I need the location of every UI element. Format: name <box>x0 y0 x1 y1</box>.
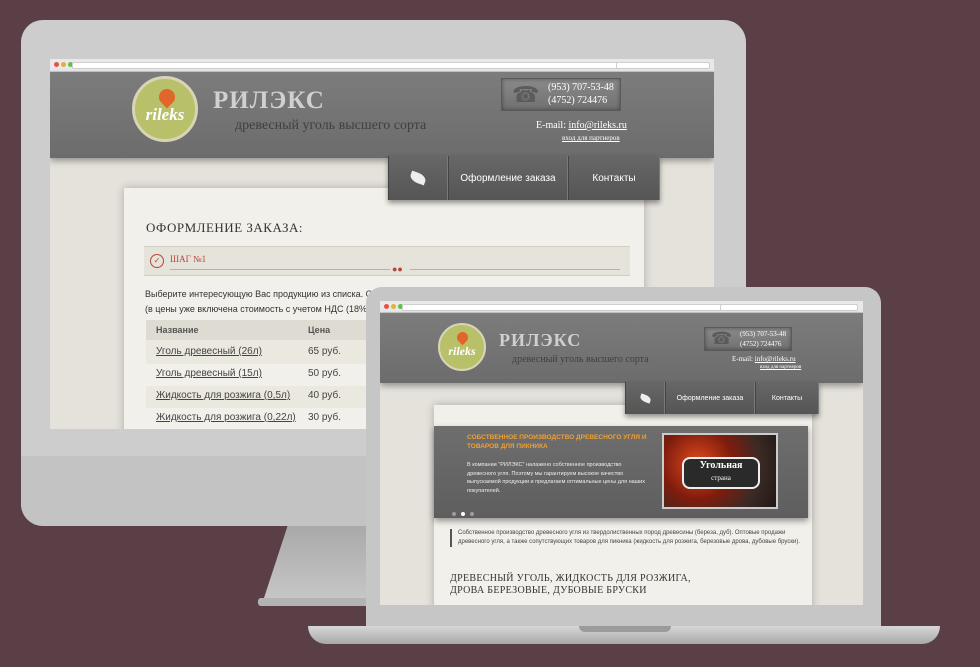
step-marker-icon: ●● <box>392 264 403 274</box>
slider-dot[interactable] <box>452 512 456 516</box>
nav-home[interactable] <box>388 156 448 200</box>
site-header: rileks РИЛЭКС древесный уголь высшего со… <box>380 313 863 383</box>
check-icon: ✓ <box>150 254 164 268</box>
flame-icon <box>454 329 471 346</box>
window-controls[interactable] <box>54 62 73 67</box>
slide-text: В компании "РИЛЭКС" налажено собственное… <box>467 462 645 494</box>
main-nav: Оформление заказа Контакты <box>388 156 660 200</box>
product-price: 50 руб. <box>308 368 341 379</box>
order-heading: ОФОРМЛЕНИЕ ЗАКАЗА: <box>146 220 304 235</box>
phone-box: ☎ (953) 707-53-48 (4752) 724476 <box>501 78 621 111</box>
address-bar[interactable] <box>72 62 662 69</box>
phone-2: (4752) 724476 <box>740 340 782 348</box>
products-table: Название Цена Уголь древесный (26л) 65 р… <box>146 320 366 429</box>
product-price: 65 руб. <box>308 346 341 357</box>
step-line-left <box>170 269 390 270</box>
minimize-dot[interactable] <box>391 304 396 309</box>
partners-login-link[interactable]: вход для партнеров <box>760 365 801 370</box>
nav-order[interactable]: Оформление заказа <box>665 382 755 414</box>
slide-title: СОБСТВЕННОЕ ПРОИЗВОДСТВО ДРЕВЕСНОГО УГЛЯ… <box>467 434 647 450</box>
brand-name: РИЛЭКС <box>499 330 582 350</box>
table-row: Жидкость для розжига (0,5л) 40 руб. <box>146 386 366 408</box>
close-dot[interactable] <box>384 304 389 309</box>
product-price: 30 руб. <box>308 412 341 423</box>
email-link[interactable]: info@rileks.ru <box>569 120 627 131</box>
product-link[interactable]: Уголь древесный (26л) <box>156 346 262 357</box>
logo[interactable]: rileks <box>132 76 198 142</box>
col-price-header: Цена <box>308 325 331 335</box>
home-heading-line-2: ДРОВА БЕРЕЗОВЫЕ, ДУБОВЫЕ БРУСКИ <box>450 585 647 596</box>
phone-2: (4752) 724476 <box>548 95 608 106</box>
nav-contacts[interactable]: Контакты <box>755 382 819 414</box>
ugolnaya-strana-badge: Угольная страна <box>682 457 760 489</box>
email-label: E-mail: <box>732 355 753 363</box>
slider-dots[interactable] <box>452 512 474 516</box>
product-link[interactable]: Уголь древесный (15л) <box>156 368 262 379</box>
step-line-right <box>410 269 620 270</box>
logo[interactable]: rileks <box>438 323 486 371</box>
col-name-header: Название <box>156 325 199 335</box>
phone-icon: ☎ <box>711 329 733 348</box>
phone-box: ☎ (953) 707-53-48 (4752) 724476 <box>704 327 792 351</box>
table-header: Название Цена <box>146 320 366 340</box>
nav-contacts[interactable]: Контакты <box>568 156 660 200</box>
instructions-line-1: Выберите интересующую Вас продукцию из с… <box>145 289 391 299</box>
phone-1: (953) 707-53-48 <box>548 82 614 93</box>
table-row: Уголь древесный (15л) 50 руб. <box>146 364 366 386</box>
email-line: E-mail: info@rileks.ru <box>536 120 627 131</box>
instructions-line-2: (в цены уже включена стоимость с учетом … <box>145 304 386 314</box>
intro-quote: Собственное производство древесного угля… <box>450 529 800 547</box>
phone-1: (953) 707-53-48 <box>740 330 787 338</box>
home-heading: ДРЕВЕСНЫЙ УГОЛЬ, ЖИДКОСТЬ ДЛЯ РОЗЖИГА, Д… <box>450 573 691 597</box>
partners-login-link[interactable]: вход для партнеров <box>562 134 620 142</box>
slider-dot[interactable] <box>470 512 474 516</box>
search-field[interactable] <box>720 304 858 311</box>
phone-icon: ☎ <box>512 82 540 107</box>
product-link[interactable]: Жидкость для розжига (0,22л) <box>156 412 296 423</box>
home-heading-line-1: ДРЕВЕСНЫЙ УГОЛЬ, ЖИДКОСТЬ ДЛЯ РОЗЖИГА, <box>450 573 691 584</box>
step-bar: ✓ ШАГ №1 ●● <box>144 246 630 276</box>
minimize-dot[interactable] <box>61 62 66 67</box>
email-link[interactable]: info@rileks.ru <box>755 355 796 363</box>
product-price: 40 руб. <box>308 390 341 401</box>
badge-line-2: страна <box>711 474 731 482</box>
tagline: древесный уголь высшего сорта <box>512 354 649 365</box>
slider-dot-active[interactable] <box>461 512 465 516</box>
logo-text: rileks <box>448 344 476 358</box>
laptop-notch <box>579 626 671 632</box>
instructions: Выберите интересующую Вас продукцию из с… <box>145 287 391 317</box>
hero-slider[interactable]: СОБСТВЕННОЕ ПРОИЗВОДСТВО ДРЕВЕСНОГО УГЛЯ… <box>434 426 808 518</box>
tagline: древесный уголь высшего сорта <box>235 118 427 133</box>
nav-home[interactable] <box>625 382 665 414</box>
leaf-icon <box>638 392 652 404</box>
site-header: rileks РИЛЭКС древесный уголь высшего со… <box>50 72 714 158</box>
search-field[interactable] <box>616 62 710 69</box>
laptop-screen: rileks РИЛЭКС древесный уголь высшего со… <box>380 301 863 605</box>
table-row: Уголь древесный (26л) 65 руб. <box>146 342 366 364</box>
close-dot[interactable] <box>54 62 59 67</box>
window-controls[interactable] <box>384 304 403 309</box>
table-row: Жидкость для розжига (0,22л) 30 руб. <box>146 408 366 429</box>
product-link[interactable]: Жидкость для розжига (0,5л) <box>156 390 290 401</box>
badge-line-1: Угольная <box>699 460 743 471</box>
nav-order[interactable]: Оформление заказа <box>448 156 568 200</box>
main-nav: Оформление заказа Контакты <box>625 382 819 414</box>
browser-toolbar: ◂▸ <box>50 59 714 72</box>
step-label: ШАГ №1 <box>170 254 207 264</box>
brand-name: РИЛЭКС <box>213 87 325 114</box>
email-line: E-mail: info@rileks.ru <box>732 355 796 363</box>
email-label: E-mail: <box>536 120 566 131</box>
logo-text: rileks <box>145 105 185 124</box>
slide-image: Угольная страна <box>662 433 778 509</box>
leaf-icon <box>408 170 428 186</box>
browser-toolbar <box>380 301 863 313</box>
